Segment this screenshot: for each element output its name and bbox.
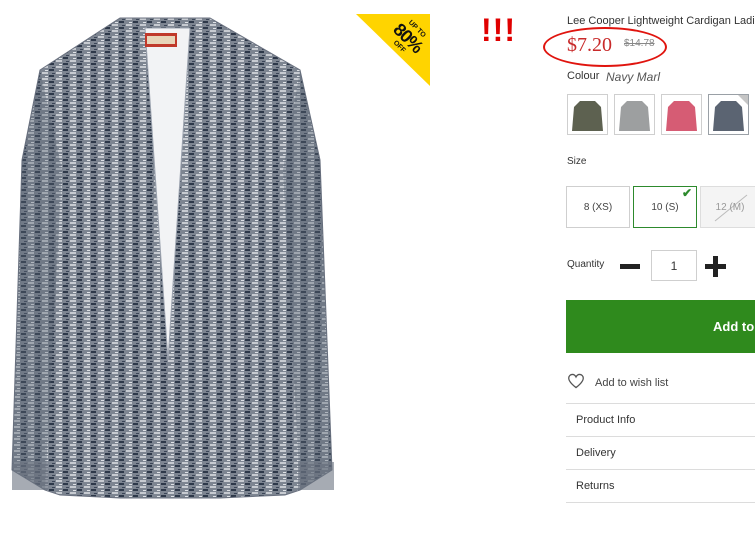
- add-to-bag-button[interactable]: Add to Bag: [566, 300, 755, 353]
- accordion-delivery[interactable]: Delivery: [566, 436, 755, 469]
- colour-swatch-khaki[interactable]: [567, 94, 608, 135]
- size-option-10s[interactable]: 10 (S) ✔: [633, 186, 697, 228]
- size-option-12m: 12 (M): [700, 186, 755, 228]
- quantity-label: Quantity: [567, 259, 605, 270]
- size-option-label: 12 (M): [715, 201, 745, 213]
- heart-icon[interactable]: [567, 373, 585, 389]
- colour-swatch-pink[interactable]: [661, 94, 702, 135]
- product-title: Lee Cooper Lightweight Cardigan Ladies: [567, 15, 755, 27]
- colour-selected-value: Navy Marl: [606, 70, 661, 84]
- size-label: Size: [567, 156, 587, 167]
- colour-swatch-grey[interactable]: [614, 94, 655, 135]
- selected-corner-icon: [738, 95, 748, 105]
- size-option-8xs[interactable]: 8 (XS): [566, 186, 630, 228]
- size-option-label: 10 (S): [651, 201, 679, 213]
- original-price: $14.78: [624, 38, 655, 49]
- exclamation-annotation: !!!: [481, 12, 516, 48]
- colour-label: Colour: [567, 70, 600, 82]
- checkmark-icon: ✔: [681, 186, 692, 200]
- add-to-wishlist-link[interactable]: Add to wish list: [595, 377, 668, 389]
- promo-ribbon: UP TO 80% OFF: [356, 14, 430, 86]
- quantity-plus-button[interactable]: [705, 256, 726, 277]
- colour-swatch-navy-marl[interactable]: [708, 94, 749, 135]
- quantity-minus-button[interactable]: [620, 264, 640, 269]
- quantity-input[interactable]: [651, 250, 697, 281]
- accordion-product-info[interactable]: Product Info: [566, 403, 755, 436]
- divider: [566, 502, 755, 503]
- accordion-returns[interactable]: Returns: [566, 469, 755, 502]
- current-price: $7.20: [567, 34, 612, 56]
- product-image: [11, 17, 334, 499]
